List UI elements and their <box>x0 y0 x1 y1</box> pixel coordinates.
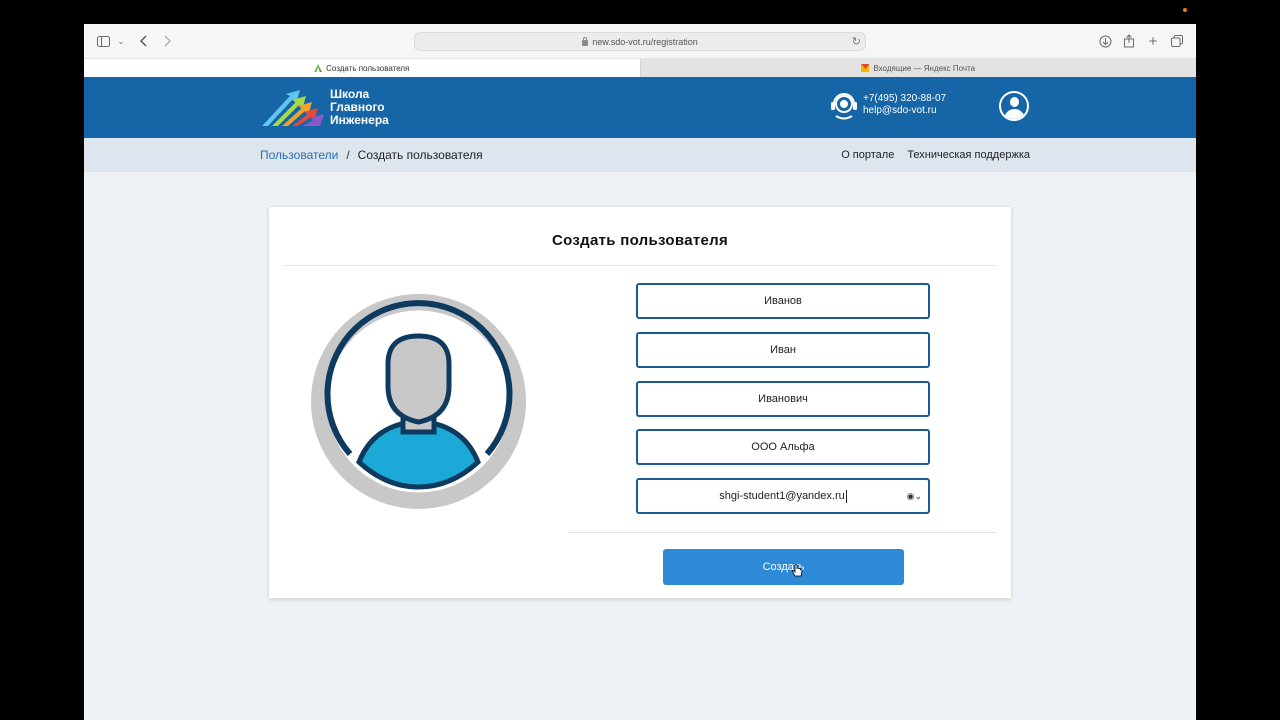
support-email[interactable]: help@sdo-vot.ru <box>863 105 946 117</box>
url-text: new.sdo-vot.ru/registration <box>592 36 698 47</box>
site-header: Школа Главного Инженера +7(495) 320-88-0… <box>84 77 1196 138</box>
user-avatar-placeholder-icon <box>311 294 526 509</box>
create-button[interactable]: Создать <box>663 549 904 585</box>
share-icon[interactable] <box>1122 33 1136 49</box>
forward-icon[interactable] <box>161 33 173 49</box>
reload-icon[interactable]: ↻ <box>852 35 861 48</box>
breadcrumb-users-link[interactable]: Пользователи <box>260 148 338 162</box>
create-user-card: Создать пользователя Иванов Иван Иванови… <box>269 207 1011 598</box>
nav-support-link[interactable]: Техническая поддержка <box>907 149 1030 161</box>
tabs-overview-icon[interactable] <box>1170 33 1184 49</box>
email-field[interactable]: shgi-student1@yandex.ru ◉⌄ <box>636 478 930 514</box>
download-icon[interactable] <box>1098 33 1112 49</box>
site-favicon-icon <box>314 64 323 72</box>
sidebar-icon[interactable] <box>96 33 110 49</box>
back-icon[interactable] <box>138 33 150 49</box>
tab-yandex-mail[interactable]: Входящие — Яндекс Почта <box>639 59 1196 77</box>
recording-indicator <box>1183 8 1187 12</box>
school-logo[interactable]: Школа Главного Инженера <box>260 85 410 131</box>
hand-cursor-icon <box>791 564 803 577</box>
screen: ⌄ new.sdo-vot.ru/registration ↻ + Создат… <box>0 0 1280 720</box>
nav-about-link[interactable]: О портале <box>841 149 894 161</box>
autofill-contact-icon[interactable]: ◉⌄ <box>907 491 922 502</box>
text-caret <box>845 489 847 503</box>
button-divider <box>568 532 997 533</box>
title-divider <box>283 265 997 266</box>
chevron-down-icon[interactable]: ⌄ <box>116 33 126 49</box>
mail-favicon-icon <box>861 64 870 72</box>
logo-arrows-icon <box>262 90 324 126</box>
breadcrumb: Пользователи / Создать пользователя <box>260 148 483 162</box>
tab-create-user[interactable]: Создать пользователя <box>84 59 640 77</box>
tab-label: Создать пользователя <box>326 63 410 73</box>
user-account-icon[interactable] <box>999 91 1029 121</box>
breadcrumb-current: Создать пользователя <box>357 148 483 162</box>
phone-number[interactable]: +7(495) 320-88-07 <box>863 93 946 105</box>
last-name-field[interactable]: Иванов <box>636 283 930 319</box>
company-field[interactable]: ООО Альфа <box>636 429 930 465</box>
first-name-field[interactable]: Иван <box>636 332 930 368</box>
middle-name-field[interactable]: Иванович <box>636 381 930 417</box>
lock-icon <box>582 36 589 46</box>
tab-strip: Создать пользователя Входящие — Яндекс П… <box>84 58 1196 77</box>
breadcrumb-separator: / <box>346 148 350 162</box>
tab-label: Входящие — Яндекс Почта <box>873 63 976 73</box>
headset-support-icon <box>831 93 857 120</box>
top-navigation: О портале Техническая поддержка <box>828 149 1030 161</box>
new-tab-icon[interactable]: + <box>1146 33 1160 50</box>
page-title: Создать пользователя <box>551 232 729 249</box>
contact-block: +7(495) 320-88-07 help@sdo-vot.ru <box>830 89 946 121</box>
browser-window: ⌄ new.sdo-vot.ru/registration ↻ + Создат… <box>84 24 1196 720</box>
address-bar[interactable]: new.sdo-vot.ru/registration ↻ <box>414 32 866 51</box>
breadcrumb-bar: Пользователи / Создать пользователя О по… <box>84 138 1196 172</box>
logo-text: Школа Главного Инженера <box>330 87 389 127</box>
browser-toolbar: ⌄ new.sdo-vot.ru/registration ↻ + <box>84 24 1196 58</box>
